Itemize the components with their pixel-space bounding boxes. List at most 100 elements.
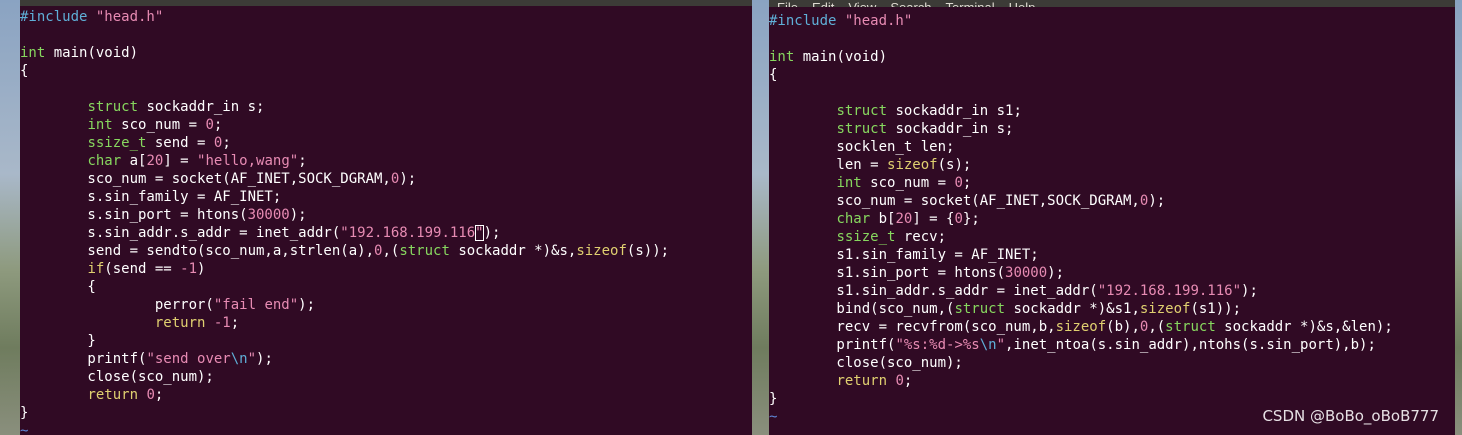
code-token: "192.168.199.116 [340,225,476,241]
code-token: #include [769,13,845,29]
code-token: } [20,333,96,349]
code-line: s.sin_family = AF_INET; [20,188,669,206]
code-token: ; [213,117,223,133]
code-token: return [87,387,139,403]
code-token: ssize_t [87,135,147,151]
code-token: if [87,261,105,277]
code-token: ; [962,175,972,191]
code-line: bind(sco_num,(struct sockaddr *)&s1,size… [769,300,1393,318]
code-token: return [836,373,888,389]
code-token: int [87,117,113,133]
code-token: "head.h" [95,9,164,25]
code-token: (s); [937,157,972,173]
code-token: 20 [146,153,164,169]
code-line: sco_num = socket(AF_INET,SOCK_DGRAM,0); [769,192,1393,210]
menu-item-help[interactable]: Help [1009,1,1036,7]
code-token: ); [256,351,273,367]
code-token: struct [954,301,1006,317]
code-line: int main(void) [769,48,1393,66]
code-token: bind(sco_num,( [769,301,955,317]
code-token: } [769,391,778,407]
menu-item-view[interactable]: View [848,1,876,7]
code-token: ~ [769,409,778,425]
vim-editor-receiver[interactable]: #include "head.h" int main(void){ struct … [769,12,1393,426]
code-line: printf("%s:%d->%s\n",inet_ntoa(s.sin_add… [769,336,1393,354]
code-token: " [996,337,1006,353]
code-line: ~ [20,422,669,435]
code-token: sizeof [887,157,938,173]
code-token: sockaddr *)&s1, [1005,301,1140,317]
code-line: close(sco_num); [769,354,1393,372]
code-token: sockaddr *)&s, [449,243,577,259]
code-line: return 0; [769,372,1393,390]
code-token: (s1)); [1190,301,1242,317]
code-line: } [769,390,1393,408]
code-token: printf( [769,337,896,353]
code-token: close(sco_num); [20,369,214,385]
code-token: sockaddr_in s; [138,99,265,115]
code-line: struct sockaddr_in s; [769,120,1393,138]
code-token: 30000 [1005,265,1048,281]
code-token: s.sin_port = htons( [20,207,248,223]
code-token: struct [1165,319,1216,335]
code-line: } [20,404,669,422]
code-token: }; [962,211,980,227]
code-token: ssize_t [836,229,896,245]
code-token: recv; [895,229,947,245]
code-token: a[ [121,153,147,169]
terminal-window-sender[interactable]: #include "head.h" int main(void){ struct … [20,0,752,435]
vim-editor-sender[interactable]: #include "head.h" int main(void){ struct … [20,8,669,435]
code-token: perror( [20,297,214,313]
code-line: len = sizeof(s); [769,156,1393,174]
code-token: " [247,351,257,367]
code-token: 0 [146,387,155,403]
menu-item-search[interactable]: Search [890,1,931,7]
code-token: "hello,wang" [197,153,299,169]
code-token: { [20,279,96,295]
code-token: 0 [205,117,214,133]
code-token: ; [230,315,240,331]
code-line: { [20,278,669,296]
code-token: ); [1148,193,1166,209]
code-token: ] = [163,153,198,169]
code-token: "192.168.199.116" [1097,283,1242,299]
code-token: sockaddr *)&s,&len); [1215,319,1393,335]
desktop-wallpaper-left [0,0,20,435]
code-token: len = [769,157,888,173]
menu-item-file[interactable]: File [777,1,798,7]
code-token: 20 [895,211,913,227]
terminal-titlebar [20,0,752,6]
code-line: { [20,62,669,80]
code-line: int main(void) [20,44,669,62]
code-token: ; [903,373,913,389]
code-token: (s)); [626,243,670,259]
code-token: ); [1241,283,1258,299]
menu-item-edit[interactable]: Edit [812,1,834,7]
code-token: close(sco_num); [769,355,963,371]
code-token: sizeof [1055,319,1107,335]
code-line: socklen_t len; [769,138,1393,156]
code-line: ssize_t send = 0; [20,134,669,152]
code-line: int sco_num = 0; [20,116,669,134]
code-token: ,( [1148,319,1166,335]
menu-item-terminal[interactable]: Terminal [946,1,995,7]
code-line: recv = recvfrom(sco_num,b,sizeof(b),0,(s… [769,318,1393,336]
code-line: close(sco_num); [20,368,669,386]
code-token: "%s:%d->%s [895,337,980,353]
code-token: ,( [382,243,400,259]
code-token: 30000 [247,207,290,223]
code-token: sco_num = [112,117,206,133]
terminal-window-receiver[interactable]: File Edit View Search Terminal Help #include … [769,0,1455,435]
code-token: ); [1047,265,1065,281]
code-line: s1.sin_addr.s_addr = inet_addr("192.168.… [769,282,1393,300]
code-token: ); [483,225,501,241]
